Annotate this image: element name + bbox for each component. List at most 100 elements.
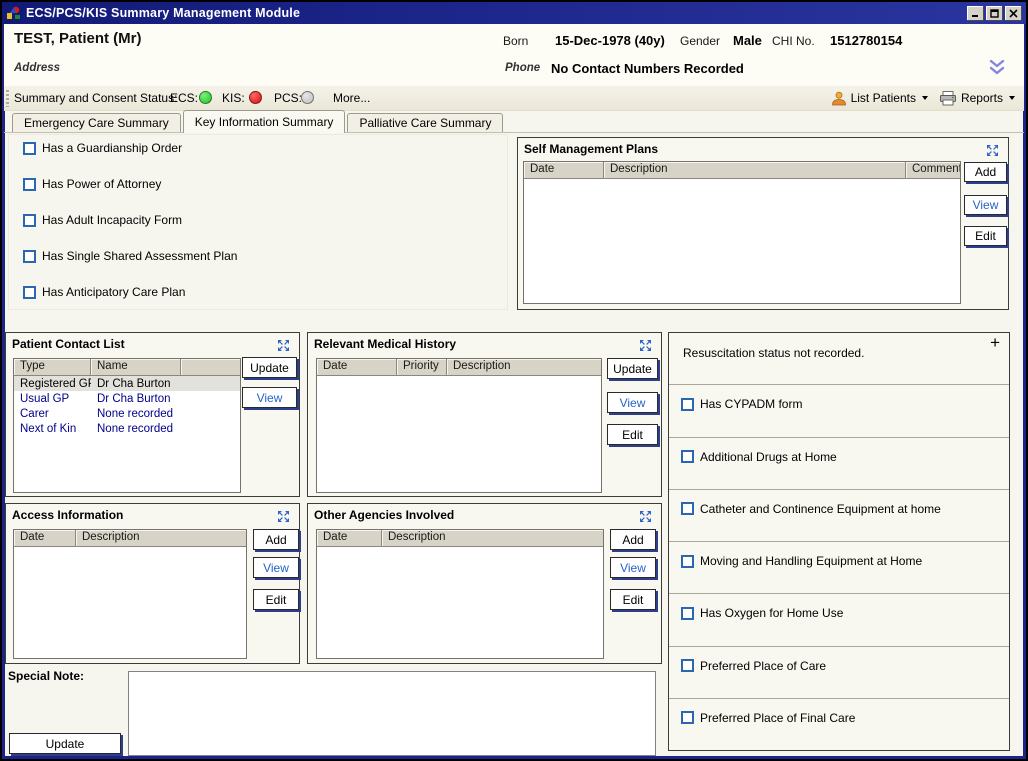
preferred-place-of-care-section: Preferred Place of Care [669,647,1009,699]
list-patients-button[interactable]: List Patients [828,89,931,108]
reports-button[interactable]: Reports [936,89,1018,108]
column-header-comments[interactable]: Comments [906,162,960,179]
expand-panel-icon[interactable] [639,510,652,523]
contact-row-usual-gp[interactable]: Usual GP Dr Cha Burton [14,391,240,406]
oxygen-checkbox[interactable] [681,607,694,620]
contact-row-registered-gp[interactable]: Registered GP Dr Cha Burton [14,376,240,391]
tab-palliative-care-summary[interactable]: Palliative Care Summary [347,113,503,132]
additional-drugs-checkbox[interactable] [681,450,694,463]
self-management-view-button[interactable]: View [964,195,1007,215]
gender-label: Gender [680,34,720,48]
contact-row-carer[interactable]: Carer None recorded [14,406,240,421]
maximize-button[interactable] [986,6,1003,21]
toolbar-grip[interactable] [6,90,9,107]
access-information-add-button[interactable]: Add [253,529,299,550]
anticipatory-care-checkbox[interactable] [23,286,36,299]
preferred-place-of-final-care-checkbox[interactable] [681,711,694,724]
contact-list-update-button[interactable]: Update [242,357,297,378]
expand-panel-icon[interactable] [639,339,652,352]
preferred-place-of-final-care-label: Preferred Place of Final Care [700,711,855,725]
minimize-button[interactable] [967,6,984,21]
column-header-description[interactable]: Description [382,530,603,547]
self-management-grid[interactable]: Date Description Comments [523,161,961,304]
ecs-status-indicator [199,91,212,104]
other-agencies-add-button[interactable]: Add [610,529,656,550]
resuscitation-expand-button[interactable]: + [990,334,1000,352]
adult-incapacity-checkbox[interactable] [23,214,36,227]
access-information-grid[interactable]: Date Description [13,529,247,659]
expand-header-button[interactable] [988,60,1006,80]
column-header-priority[interactable]: Priority [397,359,447,376]
moving-handling-checkbox[interactable] [681,555,694,568]
shared-assessment-checkbox[interactable] [23,250,36,263]
column-header-date[interactable]: Date [524,162,604,179]
access-information-view-button[interactable]: View [253,557,299,578]
preferred-place-of-care-label: Preferred Place of Care [700,659,826,673]
contact-name: Dr Cha Burton [91,378,181,390]
column-header-type[interactable]: Type [14,359,91,376]
medical-history-grid[interactable]: Date Priority Description [316,358,602,493]
minimize-icon [971,9,980,18]
more-button[interactable]: More... [333,91,370,105]
panel-title: Other Agencies Involved [314,508,454,522]
catheter-continence-checkbox[interactable] [681,502,694,515]
tab-key-information-summary[interactable]: Key Information Summary [183,110,346,133]
title-bar[interactable]: ECS/PCS/KIS Summary Management Module [2,2,1026,24]
guardianship-order-checkbox[interactable] [23,142,36,155]
grid-header: Date Priority Description [317,359,601,376]
column-header-date[interactable]: Date [317,359,397,376]
column-header-blank[interactable] [181,359,240,376]
preferred-place-of-final-care-section: Preferred Place of Final Care [669,699,1009,750]
contact-name: None recorded [91,423,181,435]
chevron-double-down-icon [988,60,1006,75]
expand-panel-icon[interactable] [277,339,290,352]
list-patients-dropdown-icon [922,96,928,100]
column-header-description[interactable]: Description [76,530,246,547]
self-management-edit-button[interactable]: Edit [964,226,1007,246]
expand-panel-icon[interactable] [277,510,290,523]
oxygen-row: Has Oxygen for Home Use [681,606,843,620]
list-patients-label: List Patients [851,91,916,105]
panel-title: Access Information [12,508,123,522]
contact-name: None recorded [91,408,181,420]
additional-drugs-section: Additional Drugs at Home [669,438,1009,490]
self-management-add-button[interactable]: Add [964,162,1007,182]
close-button[interactable] [1005,6,1022,21]
summary-tabs: Emergency Care Summary Key Information S… [4,110,1024,133]
column-header-description[interactable]: Description [447,359,601,376]
contact-list-view-button[interactable]: View [242,387,297,408]
additional-drugs-row: Additional Drugs at Home [681,450,837,464]
access-information-panel: Access Information Date Description Add … [5,503,300,664]
column-header-description[interactable]: Description [604,162,906,179]
medical-history-update-button[interactable]: Update [607,358,658,379]
preferred-place-of-care-checkbox[interactable] [681,659,694,672]
chi-value: 1512780154 [830,33,902,48]
patient-header: TEST, Patient (Mr) Born 15-Dec-1978 (40y… [4,24,1024,86]
contact-row-next-of-kin[interactable]: Next of Kin None recorded [14,421,240,436]
access-information-edit-button[interactable]: Edit [253,589,299,610]
guardianship-order-label: Has a Guardianship Order [42,141,182,155]
other-agencies-grid[interactable]: Date Description [316,529,604,659]
other-agencies-view-button[interactable]: View [610,557,656,578]
column-header-name[interactable]: Name [91,359,181,376]
special-note-update-button[interactable]: Update [9,733,121,754]
preferred-place-of-care-row: Preferred Place of Care [681,659,826,673]
column-header-date[interactable]: Date [14,530,76,547]
contact-name: Dr Cha Burton [91,393,181,405]
resuscitation-status-text: Resuscitation status not recorded. [683,346,864,360]
special-note-input[interactable] [128,671,656,756]
contact-type: Registered GP [14,378,91,390]
medical-history-view-button[interactable]: View [607,392,658,413]
app-icon [6,5,22,21]
special-note-label: Special Note: [8,669,84,683]
cypadm-checkbox[interactable] [681,398,694,411]
power-of-attorney-checkbox[interactable] [23,178,36,191]
expand-panel-icon[interactable] [986,144,999,157]
contact-list-grid[interactable]: Type Name Registered GP Dr Cha Burton Us… [13,358,241,493]
other-agencies-edit-button[interactable]: Edit [610,589,656,610]
medical-history-edit-button[interactable]: Edit [607,424,658,445]
column-header-date[interactable]: Date [317,530,382,547]
panel-title: Self Management Plans [524,142,658,156]
tab-emergency-care-summary[interactable]: Emergency Care Summary [12,113,181,132]
power-of-attorney-row: Has Power of Attorney [23,177,161,191]
